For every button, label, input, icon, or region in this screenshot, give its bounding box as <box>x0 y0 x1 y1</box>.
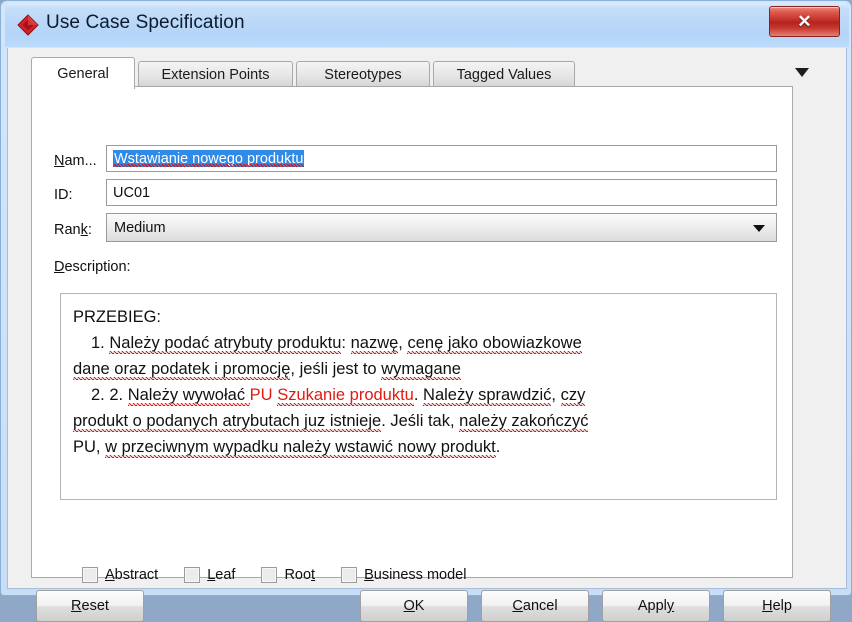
checkbox-label: Root <box>284 567 316 583</box>
description-text: Szukanie produktu <box>277 386 414 406</box>
description-text: PRZEBIEG: <box>73 308 162 326</box>
description-text: dane oraz podatek i promocję <box>73 360 291 380</box>
description-text: . <box>495 438 501 456</box>
tab-bar: General Extension Points Stereotypes Tag… <box>31 57 816 89</box>
diamond-icon <box>17 14 39 36</box>
description-text: : <box>341 334 351 352</box>
rank-select-value: Medium <box>114 219 166 236</box>
description-text: , <box>551 386 561 404</box>
description-text: należy zakończyć <box>459 412 589 432</box>
cancel-button[interactable]: Cancel <box>481 590 589 622</box>
description-text: 2. 2. <box>91 386 128 404</box>
flags-checkbox-row: Abstract Leaf Root Business model <box>82 565 492 585</box>
tab-label: Tagged Values <box>456 66 552 83</box>
description-line: PU, w przeciwnym wypadku należy wstawić… <box>73 434 764 460</box>
description-line: produkt o podanych atrybutach juz istnie… <box>73 408 764 434</box>
id-input[interactable]: UC01 <box>106 179 777 206</box>
description-text: PU <box>249 386 278 404</box>
name-label: Nam... <box>54 153 97 169</box>
checkbox-box[interactable] <box>261 567 278 583</box>
general-tab-panel: Nam... Wstawianie nowego produktu ID: UC… <box>31 86 793 583</box>
cancel-button-label: Cancel <box>512 598 558 614</box>
description-text: cenę jako obowiazkowe <box>407 334 582 354</box>
description-label: Description: <box>54 259 131 275</box>
checkbox-label: Business model <box>364 567 467 583</box>
help-button-label: Help <box>762 598 792 614</box>
tab-label: Stereotypes <box>324 66 402 83</box>
ok-button[interactable]: OK <box>360 590 468 622</box>
apply-button-label: Apply <box>637 598 675 614</box>
description-text: Należy wywołać <box>127 386 250 406</box>
description-line: dane oraz podatek i promocję, jeśli jest… <box>73 356 764 382</box>
ok-button-label: OK <box>403 598 425 614</box>
tab-general[interactable]: General <box>31 57 135 89</box>
tab-extension-points[interactable]: Extension Points <box>138 61 293 87</box>
description-line: 1. Należy podać atrybuty produktu: nazw… <box>73 330 764 356</box>
description-text: jeśli jest to <box>299 360 382 378</box>
reset-button-label: Reset <box>71 598 109 614</box>
description-text: w przeciwnym wypadku należy wstawić now… <box>105 438 496 458</box>
title-bar[interactable]: Use Case Specification ✕ <box>5 3 849 47</box>
apply-button[interactable]: Apply <box>602 590 710 622</box>
id-label: ID: <box>54 187 73 203</box>
checkbox-abstract[interactable]: Abstract <box>82 567 158 583</box>
tab-tagged-values[interactable]: Tagged Values <box>433 61 575 87</box>
window-title: Use Case Specification <box>46 12 245 33</box>
dialog-window: Use Case Specification ✕ General Extensi… <box>0 0 852 622</box>
rank-label: Rank: <box>54 222 92 238</box>
checkbox-label: Leaf <box>207 567 236 583</box>
tab-stereotypes[interactable]: Stereotypes <box>296 61 430 87</box>
checkbox-business-model[interactable]: Business model <box>341 567 466 583</box>
description-text: nazwę <box>350 334 399 354</box>
description-text: 1. <box>91 334 110 352</box>
description-text: czy <box>560 386 586 406</box>
description-text: . <box>413 386 424 404</box>
checkbox-leaf[interactable]: Leaf <box>184 567 235 583</box>
description-text: produkt o podanych atrybutach juz istnie… <box>73 412 382 432</box>
rank-select[interactable]: Medium <box>106 213 777 242</box>
reset-button[interactable]: Reset <box>36 590 144 622</box>
checkbox-box[interactable] <box>341 567 358 583</box>
description-text: PU, <box>73 438 106 456</box>
description-text: Należy podać atrybuty produktu <box>109 334 342 354</box>
dialog-client-area: General Extension Points Stereotypes Tag… <box>7 48 847 622</box>
checkbox-root[interactable]: Root <box>261 567 315 583</box>
id-input-value: UC01 <box>113 184 151 201</box>
chevron-down-icon <box>753 224 765 232</box>
close-button[interactable]: ✕ <box>769 6 840 37</box>
name-input-value: Wstawianie nowego produktu <box>113 150 305 167</box>
description-text: wymagane <box>381 360 461 380</box>
chevron-down-icon[interactable] <box>795 68 809 77</box>
name-input[interactable]: Wstawianie nowego produktu <box>106 145 777 172</box>
description-text: . Jeśli tak, <box>381 412 460 430</box>
description-line: PRZEBIEG: <box>73 304 764 330</box>
help-button[interactable]: Help <box>723 590 831 622</box>
description-line: 2. 2. Należy wywołać PU Szukanie produk… <box>73 382 764 408</box>
checkbox-label: Abstract <box>105 567 159 583</box>
checkbox-box[interactable] <box>82 567 98 583</box>
description-text: , <box>290 360 300 378</box>
description-textarea[interactable]: PRZEBIEG: 1. Należy podać atrybuty produ… <box>60 293 777 500</box>
checkbox-box[interactable] <box>184 567 201 583</box>
close-icon: ✕ <box>797 11 812 31</box>
tab-label: Extension Points <box>161 66 270 83</box>
description-text: Należy sprawdzić <box>423 386 552 406</box>
tab-label: General <box>57 65 109 82</box>
